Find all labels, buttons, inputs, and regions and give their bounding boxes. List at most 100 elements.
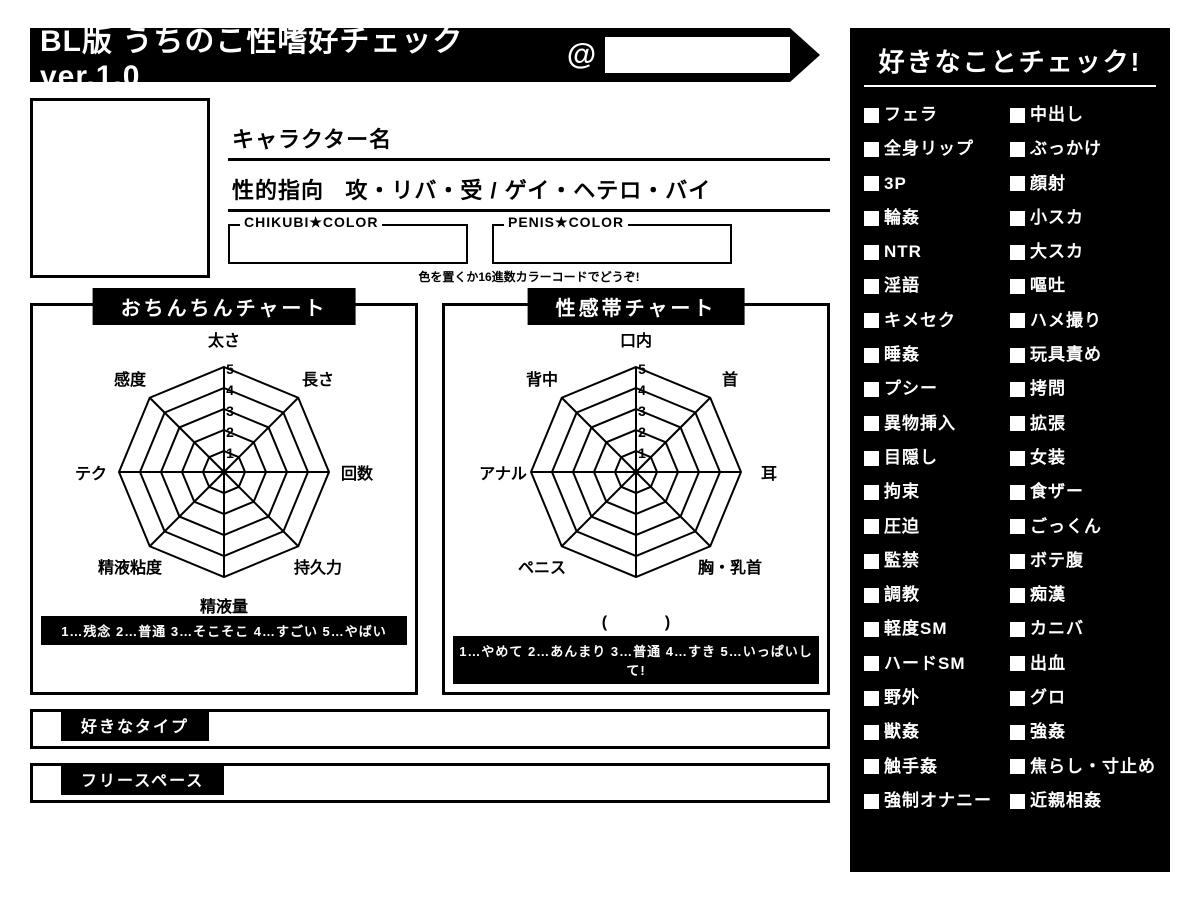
radar-axis-label: 首	[722, 366, 738, 390]
penis-color-input[interactable]: PENIS★COLOR	[492, 224, 732, 264]
checklist-item[interactable]: ハードSM	[864, 648, 1004, 680]
character-name-field[interactable]: キャラクター名	[228, 116, 830, 161]
free-space-field[interactable]: フリースペース	[30, 763, 830, 803]
checkbox-icon[interactable]	[1010, 313, 1025, 328]
checkbox-icon[interactable]	[1010, 759, 1025, 774]
checkbox-icon[interactable]	[864, 348, 879, 363]
checklist-item[interactable]: 調教	[864, 579, 1004, 611]
checkbox-icon[interactable]	[864, 416, 879, 431]
checkbox-icon[interactable]	[864, 176, 879, 191]
checklist-item[interactable]: 強制オナニー	[864, 785, 1004, 817]
checkbox-icon[interactable]	[864, 691, 879, 706]
checkbox-icon[interactable]	[1010, 656, 1025, 671]
checklist-item[interactable]: 異物挿入	[864, 408, 1004, 440]
checkbox-icon[interactable]	[1010, 348, 1025, 363]
checklist-item[interactable]: 圧迫	[864, 511, 1004, 543]
checkbox-icon[interactable]	[1010, 142, 1025, 157]
checklist-item[interactable]: 拘束	[864, 476, 1004, 508]
checklist-item[interactable]: 全身リップ	[864, 133, 1004, 165]
checklist-item[interactable]: 痴漢	[1010, 579, 1156, 611]
chikubi-color-input[interactable]: CHIKUBI★COLOR	[228, 224, 468, 264]
checkbox-icon[interactable]	[864, 485, 879, 500]
checklist-item[interactable]: カニバ	[1010, 613, 1156, 645]
checklist-item[interactable]: 監禁	[864, 545, 1004, 577]
checklist-item[interactable]: 輪姦	[864, 202, 1004, 234]
checkbox-icon[interactable]	[864, 554, 879, 569]
checklist-item[interactable]: ごっくん	[1010, 511, 1156, 543]
handle-input[interactable]	[605, 37, 790, 73]
checkbox-icon[interactable]	[1010, 485, 1025, 500]
checklist-label: グロ	[1030, 682, 1066, 714]
checkbox-icon[interactable]	[864, 279, 879, 294]
checkbox-icon[interactable]	[864, 382, 879, 397]
checklist-item[interactable]: 玩具責め	[1010, 339, 1156, 371]
checklist-item[interactable]: 女装	[1010, 442, 1156, 474]
checkbox-icon[interactable]	[1010, 416, 1025, 431]
checklist-label: 玩具責め	[1030, 339, 1102, 371]
checklist-item[interactable]: 目隠し	[864, 442, 1004, 474]
checklist-item[interactable]: ハメ撮り	[1010, 305, 1156, 337]
checkbox-icon[interactable]	[864, 725, 879, 740]
favorite-type-field[interactable]: 好きなタイプ	[30, 709, 830, 749]
checkbox-icon[interactable]	[1010, 794, 1025, 809]
checkbox-icon[interactable]	[864, 656, 879, 671]
checklist-item[interactable]: キメセク	[864, 305, 1004, 337]
character-name-label: キャラクター名	[232, 127, 392, 152]
checkbox-icon[interactable]	[1010, 211, 1025, 226]
checklist-item[interactable]: 顔射	[1010, 168, 1156, 200]
checklist-item[interactable]: 獣姦	[864, 716, 1004, 748]
checkbox-icon[interactable]	[864, 759, 879, 774]
checklist-item[interactable]: プシー	[864, 373, 1004, 405]
checklist-item[interactable]: 焦らし・寸止め	[1010, 751, 1156, 783]
checkbox-icon[interactable]	[1010, 176, 1025, 191]
checkbox-icon[interactable]	[1010, 725, 1025, 740]
checkbox-icon[interactable]	[1010, 588, 1025, 603]
checklist-item[interactable]: 睡姦	[864, 339, 1004, 371]
checkbox-icon[interactable]	[864, 588, 879, 603]
checklist-label: キメセク	[884, 305, 956, 337]
checklist-item[interactable]: 淫語	[864, 270, 1004, 302]
checklist-item[interactable]: 中出し	[1010, 99, 1156, 131]
checkbox-icon[interactable]	[1010, 108, 1025, 123]
radar-tick: 3	[638, 403, 646, 419]
checklist-item[interactable]: 嘔吐	[1010, 270, 1156, 302]
checkbox-icon[interactable]	[1010, 451, 1025, 466]
checkbox-icon[interactable]	[864, 519, 879, 534]
checkbox-icon[interactable]	[1010, 382, 1025, 397]
checklist-item[interactable]: 小スカ	[1010, 202, 1156, 234]
checklist-item[interactable]: ボテ腹	[1010, 545, 1156, 577]
checkbox-icon[interactable]	[1010, 554, 1025, 569]
checkbox-icon[interactable]	[1010, 279, 1025, 294]
chart2-blank-axis[interactable]: ( )	[453, 614, 819, 632]
checklist-item[interactable]: 軽度SM	[864, 613, 1004, 645]
checkbox-icon[interactable]	[1010, 245, 1025, 260]
checkbox-icon[interactable]	[1010, 691, 1025, 706]
checkbox-icon[interactable]	[864, 142, 879, 157]
checklist-item[interactable]: 大スカ	[1010, 236, 1156, 268]
checkbox-icon[interactable]	[864, 622, 879, 637]
checklist-item[interactable]: 触手姦	[864, 751, 1004, 783]
checklist-item[interactable]: 野外	[864, 682, 1004, 714]
checklist-item[interactable]: 3P	[864, 168, 1004, 200]
checkbox-icon[interactable]	[864, 794, 879, 809]
checkbox-icon[interactable]	[864, 451, 879, 466]
avatar-box[interactable]	[30, 98, 210, 278]
radar-axis-label: 胸・乳首	[698, 554, 762, 578]
checklist-item[interactable]: 近親相姦	[1010, 785, 1156, 817]
checklist-item[interactable]: ぶっかけ	[1010, 133, 1156, 165]
checkbox-icon[interactable]	[1010, 622, 1025, 637]
checkbox-icon[interactable]	[1010, 519, 1025, 534]
checklist-item[interactable]: 拷問	[1010, 373, 1156, 405]
checkbox-icon[interactable]	[864, 211, 879, 226]
checkbox-icon[interactable]	[864, 108, 879, 123]
checklist-item[interactable]: フェラ	[864, 99, 1004, 131]
checklist-item[interactable]: 出血	[1010, 648, 1156, 680]
checkbox-icon[interactable]	[864, 313, 879, 328]
checklist-item[interactable]: NTR	[864, 236, 1004, 268]
checklist-item[interactable]: 食ザー	[1010, 476, 1156, 508]
orientation-field[interactable]: 性的指向 攻・リバ・受 / ゲイ・ヘテロ・バイ	[228, 167, 830, 212]
checklist-item[interactable]: 拡張	[1010, 408, 1156, 440]
checklist-item[interactable]: グロ	[1010, 682, 1156, 714]
checkbox-icon[interactable]	[864, 245, 879, 260]
checklist-item[interactable]: 強姦	[1010, 716, 1156, 748]
